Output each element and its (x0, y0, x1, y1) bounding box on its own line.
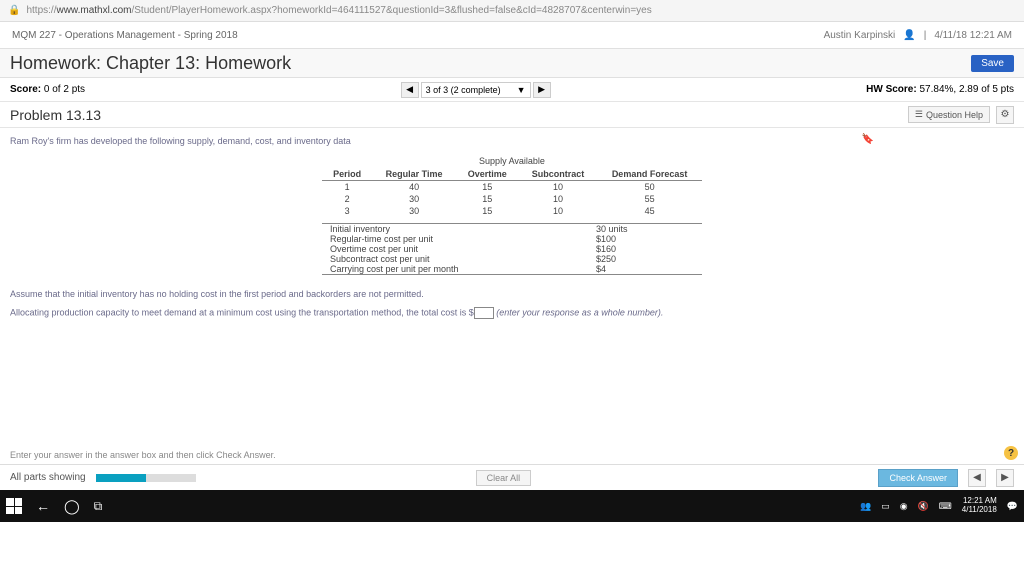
problem-content: 🔖 Ram Roy's firm has developed the follo… (0, 128, 1024, 490)
help-badge[interactable]: ? (1004, 446, 1018, 460)
score-value: 0 of 2 pts (44, 84, 85, 95)
cost-row: Initial inventory30 units (322, 224, 702, 235)
footer-note: Enter your answer in the answer box and … (10, 450, 276, 460)
clear-all-button[interactable]: Clear All (476, 470, 532, 486)
system-tray[interactable]: 👥 ▭ ◉ 🔇 ⌨ 12:21 AM 4/11/2018 💬 (860, 497, 1018, 515)
supply-table: Period Regular Time Overtime Subcontract… (322, 168, 702, 217)
browser-url-bar[interactable]: 🔒 https://www.mathxl.com/Student/PlayerH… (0, 0, 1024, 22)
page-next-button[interactable]: ▶ (996, 469, 1014, 487)
chevron-down-icon: ▼ (517, 85, 526, 95)
people-icon[interactable]: 👥 (860, 501, 871, 512)
cortana-icon[interactable]: ◯ (64, 498, 80, 515)
check-answer-button[interactable]: Check Answer (878, 469, 958, 487)
course-name: MQM 227 - Operations Management - Spring… (12, 30, 238, 41)
url-prefix: https:// (26, 5, 56, 16)
table-row: 140151050 (322, 181, 702, 194)
keyboard-icon: ⌨ (939, 501, 952, 512)
list-icon: ☰ (915, 109, 923, 120)
score-bar: Score: 0 of 2 pts ◀ 3 of 3 (2 complete)▼… (0, 78, 1024, 102)
url-path: /Student/PlayerHomework.aspx?homeworkId=… (131, 5, 651, 16)
lock-icon: 🔒 (8, 5, 20, 16)
parts-label: All parts showing (10, 472, 86, 483)
volume-icon: 🔇 (918, 501, 929, 512)
homework-title: Homework: Chapter 13: Homework (10, 53, 291, 74)
question-help-button[interactable]: ☰Question Help (908, 106, 990, 123)
notification-icon[interactable]: 💬 (1007, 501, 1018, 512)
user-name: Austin Karpinski (824, 30, 896, 41)
hw-score-label: HW Score: (866, 84, 917, 95)
cost-row: Overtime cost per unit$160 (322, 244, 702, 254)
save-button[interactable]: Save (971, 55, 1014, 72)
cost-table: Initial inventory30 unitsRegular-time co… (322, 223, 702, 275)
taskview-icon[interactable]: ⧉ (94, 499, 103, 514)
page-prev-button[interactable]: ◀ (968, 469, 986, 487)
hw-score-value: 57.84%, 2.89 of 5 pts (919, 84, 1014, 95)
table-caption: Supply Available (322, 156, 702, 166)
windows-taskbar[interactable]: ← ◯ ⧉ 👥 ▭ ◉ 🔇 ⌨ 12:21 AM 4/11/2018 💬 (0, 490, 1024, 522)
timestamp: 4/11/18 12:21 AM (934, 30, 1012, 41)
windows-start-icon[interactable] (6, 498, 22, 514)
homework-title-bar: Homework: Chapter 13: Homework Save (0, 48, 1024, 78)
gear-icon: ⚙ (1001, 109, 1010, 120)
next-question-button[interactable]: ▶ (533, 82, 551, 98)
table-row: 330151045 (322, 205, 702, 217)
battery-icon: ▭ (881, 501, 890, 512)
url-domain: www.mathxl.com (56, 5, 131, 16)
progress-bar (96, 474, 196, 482)
person-icon: 👤 (903, 30, 915, 41)
question-text: Allocating production capacity to meet d… (10, 307, 1014, 319)
bottom-bar: All parts showing Clear All Check Answer… (0, 464, 1024, 490)
table-row: 230151055 (322, 193, 702, 205)
problem-id: Problem 13.13 (10, 107, 101, 123)
assumption-text: Assume that the initial inventory has no… (10, 289, 1014, 299)
supply-table-wrap: Supply Available Period Regular Time Ove… (322, 156, 702, 275)
cost-row: Carrying cost per unit per month$4 (322, 264, 702, 275)
settings-button[interactable]: ⚙ (996, 106, 1014, 124)
cost-row: Subcontract cost per unit$250 (322, 254, 702, 264)
problem-bar: Problem 13.13 ☰Question Help ⚙ (0, 102, 1024, 128)
bookmark-icon[interactable]: 🔖 (862, 134, 874, 145)
back-icon[interactable]: ← (36, 498, 50, 514)
score-label: Score: (10, 84, 41, 95)
taskbar-clock[interactable]: 12:21 AM 4/11/2018 (962, 497, 997, 515)
answer-input[interactable] (474, 307, 494, 319)
course-bar: MQM 227 - Operations Management - Spring… (0, 22, 1024, 48)
prev-question-button[interactable]: ◀ (401, 82, 419, 98)
question-selector[interactable]: 3 of 3 (2 complete)▼ (421, 82, 531, 98)
cost-row: Regular-time cost per unit$100 (322, 234, 702, 244)
wifi-icon: ◉ (900, 501, 908, 512)
